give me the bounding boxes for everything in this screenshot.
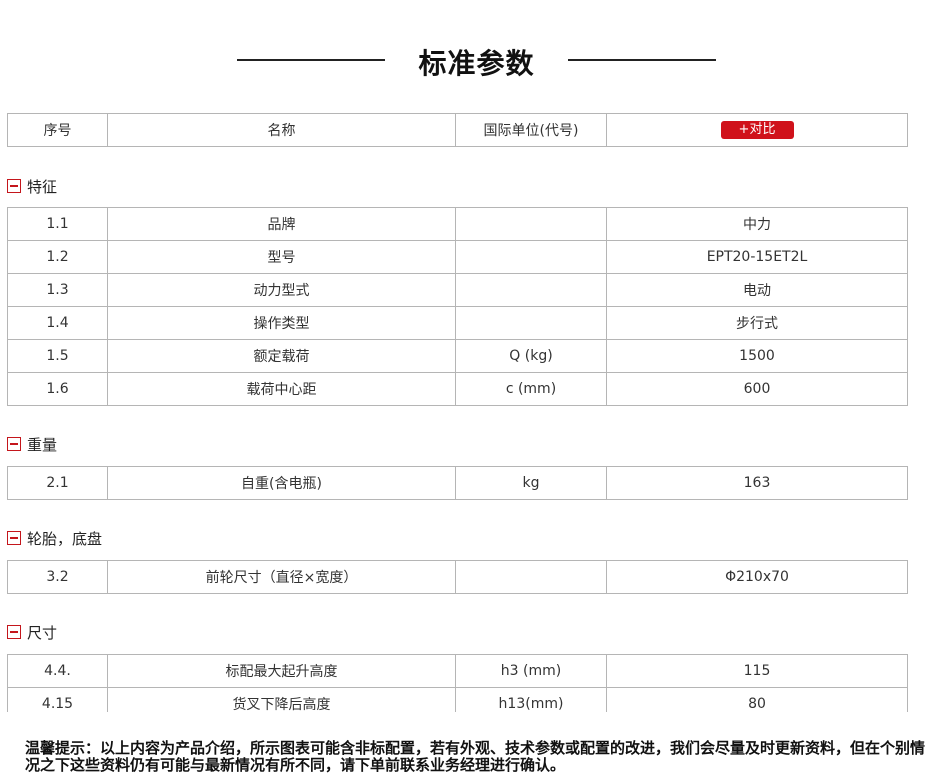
section-header-features[interactable]: 特征 <box>7 176 57 196</box>
row-value: 163 <box>606 466 908 500</box>
page-title: 标准参数 <box>418 47 535 80</box>
row-unit <box>455 240 607 274</box>
table-row: 1.1 品牌 中力 <box>7 207 908 241</box>
row-value: EPT20-15ET2L <box>606 240 908 274</box>
row-value: 80 <box>606 687 908 712</box>
row-value: Φ210x70 <box>606 560 908 594</box>
title-divider-left <box>237 59 385 61</box>
row-value: 中力 <box>606 207 908 241</box>
collapse-icon[interactable] <box>7 437 21 451</box>
row-name: 载荷中心距 <box>107 372 456 406</box>
section-header-dimensions[interactable]: 尺寸 <box>7 622 57 642</box>
row-name: 操作类型 <box>107 306 456 340</box>
dimensions-table-viewport[interactable]: 4.4. 标配最大起升高度 h3 (mm) 115 4.15 货叉下降后高度 h… <box>0 654 935 712</box>
compare-button[interactable]: +对比 <box>720 121 794 139</box>
header-unit: 国际单位(代号) <box>455 113 607 147</box>
row-name: 前轮尺寸（直径×宽度） <box>107 560 456 594</box>
table-row: 4.4. 标配最大起升高度 h3 (mm) 115 <box>7 654 908 688</box>
row-index: 3.2 <box>7 560 108 594</box>
row-value: 步行式 <box>606 306 908 340</box>
section-table-tires-chassis: 3.2 前轮尺寸（直径×宽度） Φ210x70 <box>7 560 908 594</box>
section-header-weight[interactable]: 重量 <box>7 434 57 454</box>
row-unit: h13(mm) <box>455 687 607 712</box>
table-row: 1.5 额定载荷 Q (kg) 1500 <box>7 339 908 373</box>
disclaimer-notice: 温馨提示：以上内容为产品介绍，所示图表可能含非标配置，若有外观、技术参数或配置的… <box>25 739 926 774</box>
row-name: 货叉下降后高度 <box>107 687 456 712</box>
row-index: 4.15 <box>7 687 108 712</box>
row-unit: h3 (mm) <box>455 654 607 688</box>
row-index: 1.6 <box>7 372 108 406</box>
row-index: 1.1 <box>7 207 108 241</box>
header-name: 名称 <box>107 113 456 147</box>
section-table-dimensions: 4.4. 标配最大起升高度 h3 (mm) 115 4.15 货叉下降后高度 h… <box>7 654 908 712</box>
row-unit <box>455 207 607 241</box>
row-index: 1.5 <box>7 339 108 373</box>
table-row: 1.6 载荷中心距 c (mm) 600 <box>7 372 908 406</box>
row-unit <box>455 306 607 340</box>
row-index: 2.1 <box>7 466 108 500</box>
row-unit <box>455 560 607 594</box>
table-row: 1.2 型号 EPT20-15ET2L <box>7 240 908 274</box>
table-row: 1.4 操作类型 步行式 <box>7 306 908 340</box>
section-title: 尺寸 <box>27 623 58 642</box>
row-name: 自重(含电瓶) <box>107 466 456 500</box>
header-index: 序号 <box>7 113 108 147</box>
row-name: 额定载荷 <box>107 339 456 373</box>
collapse-icon[interactable] <box>7 179 21 193</box>
row-unit: c (mm) <box>455 372 607 406</box>
section-title: 特征 <box>27 177 58 196</box>
table-row: 4.15 货叉下降后高度 h13(mm) 80 <box>7 687 908 712</box>
spec-header-table: 序号 名称 国际单位(代号) +对比 <box>7 113 908 147</box>
collapse-icon[interactable] <box>7 531 21 545</box>
row-unit <box>455 273 607 307</box>
header-compare-cell: +对比 <box>606 113 908 147</box>
row-unit: Q (kg) <box>455 339 607 373</box>
section-table-weight: 2.1 自重(含电瓶) kg 163 <box>7 466 908 500</box>
row-value: 600 <box>606 372 908 406</box>
row-name: 标配最大起升高度 <box>107 654 456 688</box>
section-table-features: 1.1 品牌 中力 1.2 型号 EPT20-15ET2L 1.3 动力型式 电… <box>7 207 908 406</box>
row-name: 品牌 <box>107 207 456 241</box>
header-row: 序号 名称 国际单位(代号) +对比 <box>7 113 908 147</box>
row-unit: kg <box>455 466 607 500</box>
row-value: 电动 <box>606 273 908 307</box>
section-header-tires-chassis[interactable]: 轮胎，底盘 <box>7 528 102 548</box>
page-title-row: 标准参数 <box>0 40 935 80</box>
table-row: 3.2 前轮尺寸（直径×宽度） Φ210x70 <box>7 560 908 594</box>
row-name: 型号 <box>107 240 456 274</box>
collapse-icon[interactable] <box>7 625 21 639</box>
row-index: 1.3 <box>7 273 108 307</box>
row-value: 1500 <box>606 339 908 373</box>
section-title: 重量 <box>27 435 58 454</box>
table-row: 1.3 动力型式 电动 <box>7 273 908 307</box>
section-title: 轮胎，底盘 <box>27 529 103 548</box>
title-divider-right <box>568 59 716 61</box>
row-name: 动力型式 <box>107 273 456 307</box>
row-index: 4.4. <box>7 654 108 688</box>
row-index: 1.2 <box>7 240 108 274</box>
row-index: 1.4 <box>7 306 108 340</box>
table-row: 2.1 自重(含电瓶) kg 163 <box>7 466 908 500</box>
row-value: 115 <box>606 654 908 688</box>
